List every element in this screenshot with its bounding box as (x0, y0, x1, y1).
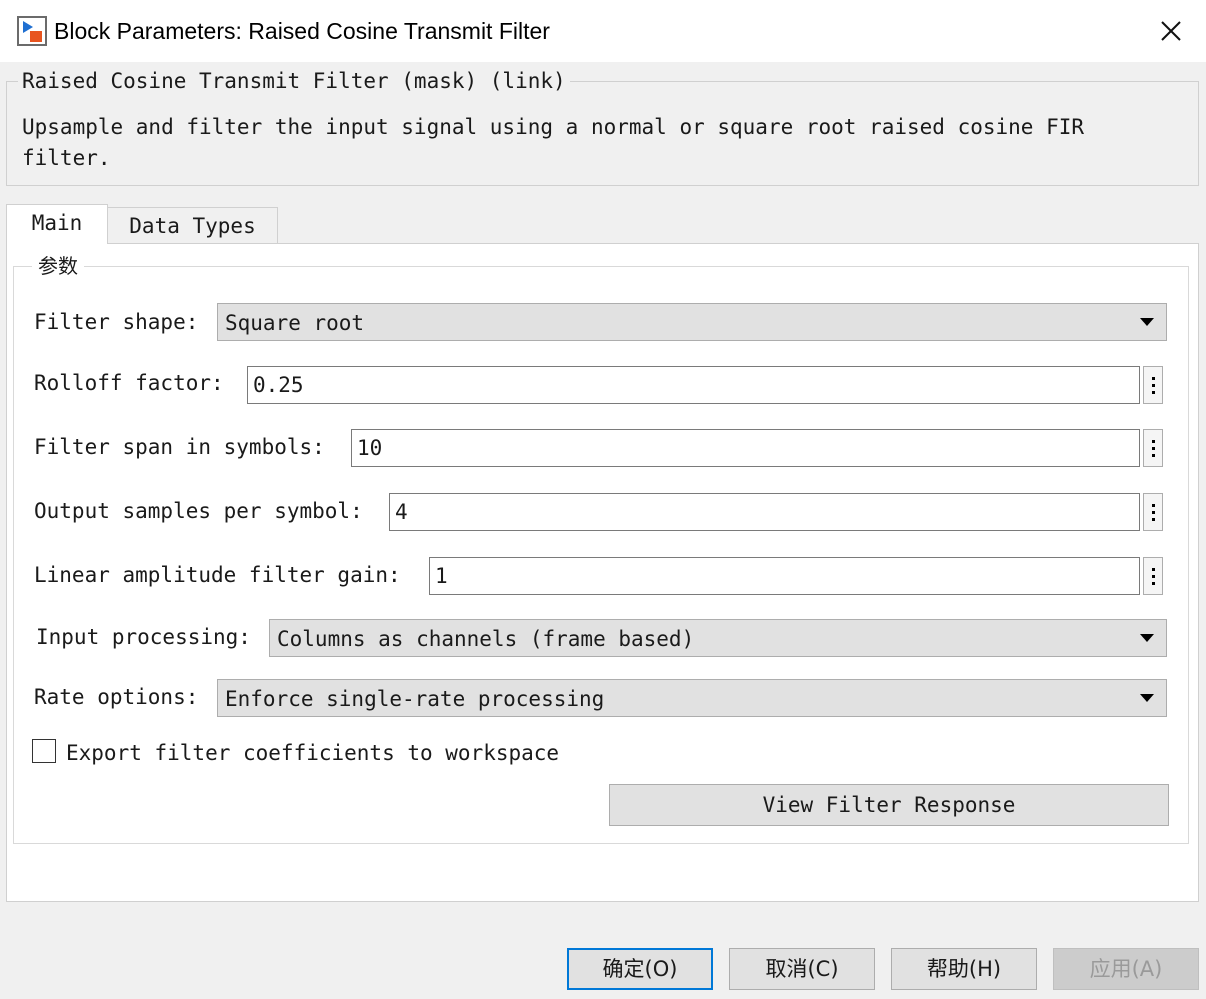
filter-span-field[interactable] (352, 430, 1139, 466)
filter-span-field-box[interactable] (351, 429, 1140, 467)
filter-gain-field[interactable] (430, 558, 1139, 594)
export-coefficients-label[interactable]: Export filter coefficients to workspace (66, 738, 559, 768)
tab-data-types[interactable]: Data Types (107, 207, 278, 243)
input-processing-value: Columns as channels (frame based) (277, 627, 695, 651)
vertical-ellipsis-icon (1152, 377, 1155, 380)
filter-shape-dropdown[interactable]: Square root (217, 303, 1167, 341)
simulink-block-icon (17, 16, 47, 46)
filter-gain-field-box[interactable] (429, 557, 1140, 595)
output-samples-field-box[interactable] (389, 493, 1140, 531)
rolloff-factor-field-box[interactable] (247, 366, 1140, 404)
filter-gain-more-button[interactable] (1143, 557, 1163, 595)
input-processing-label: Input processing: (36, 625, 251, 649)
ok-button[interactable]: 确定(O) (567, 948, 713, 990)
vertical-ellipsis-icon (1152, 504, 1155, 507)
filter-span-more-button[interactable] (1143, 429, 1163, 467)
tab-main[interactable]: Main (6, 204, 108, 244)
cancel-button[interactable]: 取消(C) (729, 948, 875, 990)
close-icon[interactable] (1148, 8, 1194, 54)
rolloff-factor-label: Rolloff factor: (34, 371, 224, 395)
triangle-down-icon (1140, 318, 1154, 326)
export-coefficients-checkbox[interactable] (32, 739, 56, 763)
output-samples-label: Output samples per symbol: (34, 499, 363, 523)
view-filter-response-button[interactable]: View Filter Response (609, 784, 1169, 826)
filter-span-label: Filter span in symbols: (34, 435, 325, 459)
filter-gain-label: Linear amplitude filter gain: (34, 563, 401, 587)
help-button[interactable]: 帮助(H) (891, 948, 1037, 990)
apply-button: 应用(A) (1053, 948, 1199, 990)
rolloff-factor-field[interactable] (248, 367, 1139, 403)
title-bar: Block Parameters: Raised Cosine Transmit… (0, 0, 1206, 62)
parameters-group-title: 参数 (32, 251, 84, 281)
rate-options-dropdown[interactable]: Enforce single-rate processing (217, 679, 1167, 717)
triangle-down-icon (1140, 634, 1154, 642)
rolloff-factor-more-button[interactable] (1143, 366, 1163, 404)
filter-shape-value: Square root (225, 311, 365, 335)
rate-options-label: Rate options: (34, 685, 199, 709)
description-group-title: Raised Cosine Transmit Filter (mask) (li… (18, 66, 570, 96)
filter-shape-label: Filter shape: (34, 310, 199, 334)
input-processing-dropdown[interactable]: Columns as channels (frame based) (269, 619, 1167, 657)
vertical-ellipsis-icon (1152, 440, 1155, 443)
vertical-ellipsis-icon (1152, 568, 1155, 571)
window-title: Block Parameters: Raised Cosine Transmit… (54, 18, 550, 44)
triangle-down-icon (1140, 694, 1154, 702)
output-samples-more-button[interactable] (1143, 493, 1163, 531)
description-text: Upsample and filter the input signal usi… (22, 115, 1085, 170)
rate-options-value: Enforce single-rate processing (225, 687, 605, 711)
output-samples-field[interactable] (390, 494, 1139, 530)
